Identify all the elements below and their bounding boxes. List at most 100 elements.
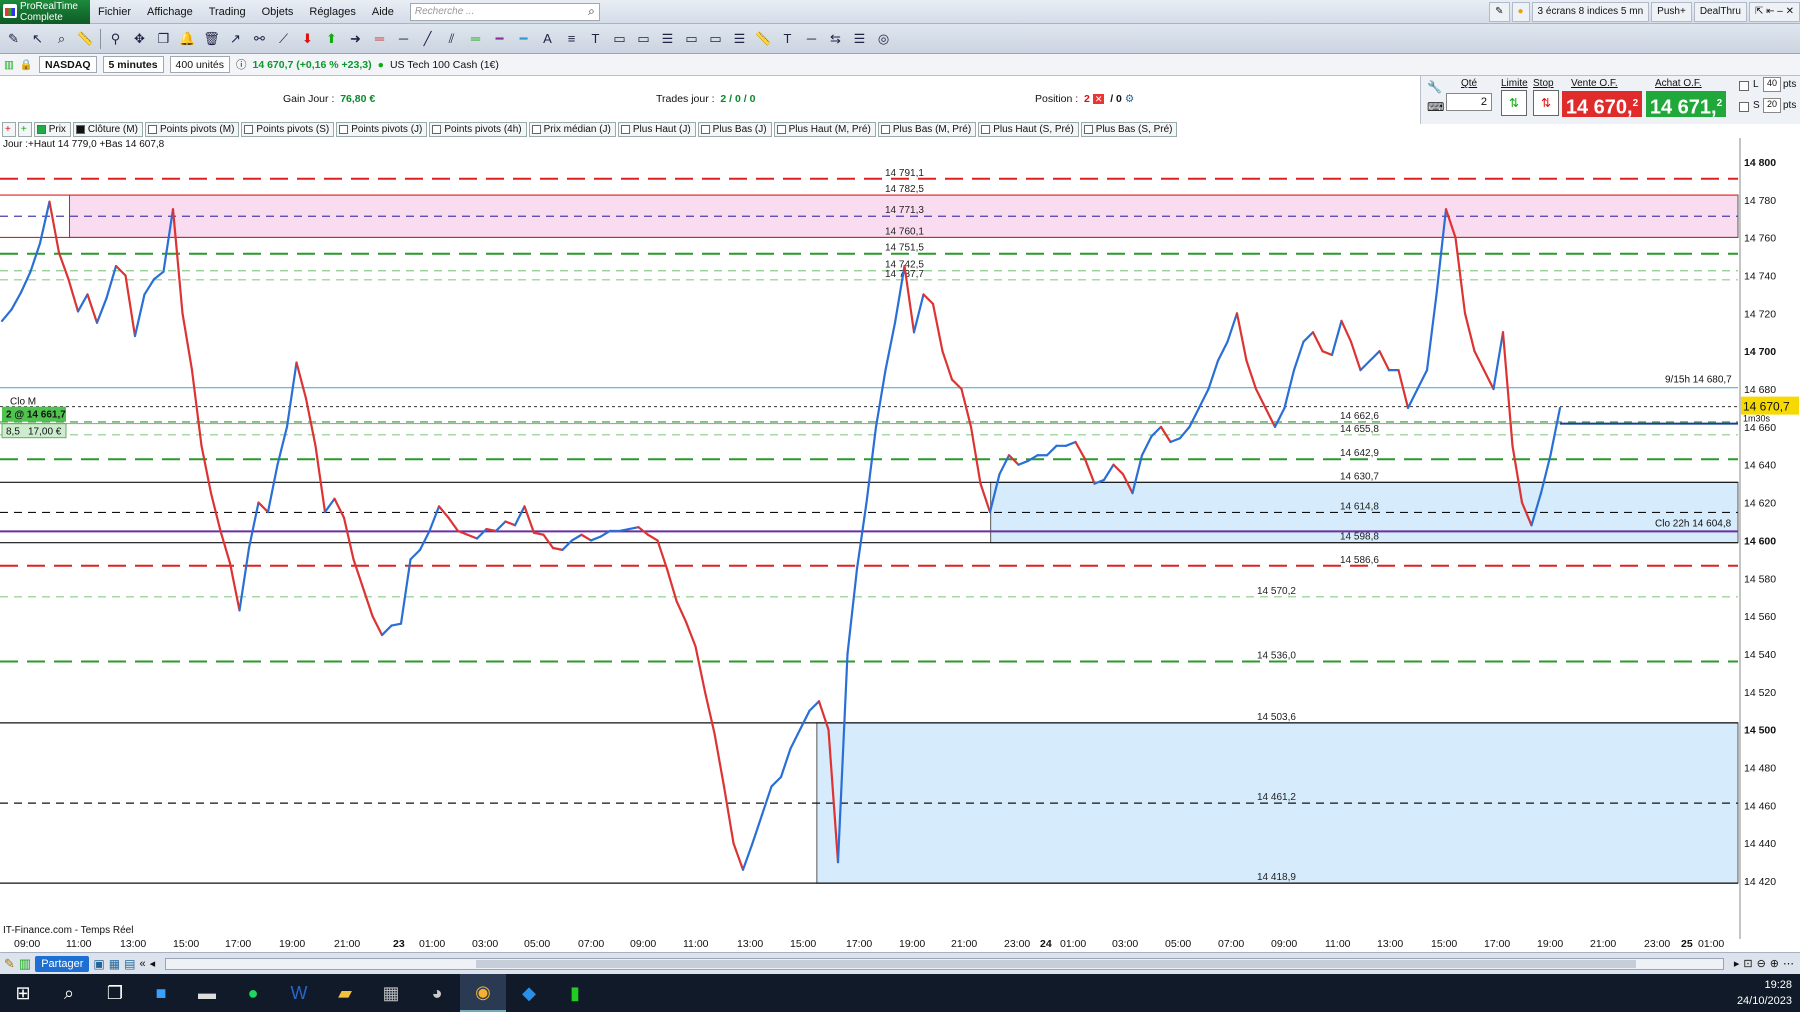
timeframe-select[interactable]: 5 minutes (102, 56, 164, 73)
workspace-button[interactable]: 3 écrans 8 indices 5 mn (1531, 2, 1650, 22)
keypad-icon[interactable]: ⌨ (1427, 100, 1444, 114)
menu-aide[interactable]: Aide (364, 6, 402, 18)
settings-icon[interactable]: ⚙ (1125, 93, 1134, 105)
chip-checkbox[interactable] (880, 124, 890, 134)
price-chart[interactable]: 14 791,1 14 782,5 14 771,3 14 760,1 14 751,5… (0, 138, 1800, 939)
menu-trading[interactable]: Trading (201, 6, 254, 18)
rect2-icon[interactable]: ▭ (634, 29, 653, 48)
chip-checkbox[interactable] (147, 124, 157, 134)
magnet-icon[interactable]: ⚲ (106, 29, 125, 48)
menu-affichage[interactable]: Affichage (139, 6, 201, 18)
move-icon[interactable]: ✥ (130, 29, 149, 48)
scroll-prev-icon[interactable]: ◂ (150, 957, 156, 970)
indicator-chip-high-m[interactable]: Plus Haut (M, Pré) (773, 121, 876, 137)
buy-button[interactable]: 14 671,2 (1646, 91, 1726, 119)
indicator-chip-pp-m[interactable]: Points pivots (M) (144, 121, 240, 137)
indicator-chip-low-m[interactable]: Plus Bas (M, Pré) (877, 121, 977, 137)
rect3-icon[interactable]: ▭ (682, 29, 701, 48)
push-button[interactable]: Push+ (1651, 2, 1692, 22)
menu-reglages[interactable]: Réglages (301, 6, 363, 18)
indicator-chip-high-j[interactable]: Plus Haut (J) (617, 121, 696, 137)
search-icon[interactable]: ⌕ (588, 4, 599, 19)
zoom-in-icon[interactable]: ⊕ (1770, 957, 1779, 970)
hline-blue-icon[interactable]: ━ (514, 29, 533, 48)
word-icon[interactable]: W (276, 974, 322, 1012)
chip-checkbox[interactable] (339, 124, 349, 134)
screenshot-icon[interactable]: ▣ (93, 957, 104, 971)
indicator-chip-low-s[interactable]: Plus Bas (S, Pré) (1080, 121, 1178, 137)
chip-checkbox[interactable] (75, 124, 85, 134)
table-icon[interactable]: ▦ (109, 957, 120, 971)
chip-checkbox[interactable] (776, 124, 786, 134)
chip-checkbox[interactable] (531, 124, 541, 134)
up-arrow-icon[interactable]: ⬆ (322, 29, 341, 48)
hline-icon[interactable]: ─ (394, 29, 413, 48)
indicator-chip-low-j[interactable]: Plus Bas (J) (697, 121, 772, 137)
cursor-icon[interactable]: ↖ (28, 29, 47, 48)
segment-icon[interactable]: ⚯ (250, 29, 269, 48)
search-input[interactable]: Recherche ... ⌕ (409, 2, 600, 21)
dealthru-button[interactable]: DealThru (1693, 2, 1747, 22)
copy-icon[interactable]: ❐ (154, 29, 173, 48)
zoom-icon[interactable]: ⌕ (52, 29, 71, 48)
prorealtime-icon[interactable]: ▮ (552, 974, 598, 1012)
chip-checkbox[interactable] (620, 124, 630, 134)
store-icon[interactable]: ■ (138, 974, 184, 1012)
folder-icon[interactable]: ▬ (184, 974, 230, 1012)
rect4-icon[interactable]: ▭ (706, 29, 725, 48)
list2-icon[interactable]: ☰ (730, 29, 749, 48)
indicator-chip-pp-4h[interactable]: Points pivots (4h) (429, 121, 527, 137)
list3-icon[interactable]: ☰ (850, 29, 869, 48)
lock-icon[interactable]: 🔒 (20, 58, 33, 71)
menu-fichier[interactable]: Fichier (90, 6, 139, 18)
menu-objets[interactable]: Objets (254, 6, 302, 18)
wrench-icon[interactable]: 🔧 (1427, 80, 1442, 94)
market-select[interactable]: NASDAQ (39, 56, 97, 73)
order-icon[interactable]: ⇆ (826, 29, 845, 48)
indicator-chip-median[interactable]: Prix médian (J) (528, 121, 616, 137)
horizontal-scrollbar[interactable] (165, 957, 1724, 970)
diag-line-icon[interactable]: ╱ (418, 29, 437, 48)
scroll-thumb[interactable] (476, 959, 1637, 968)
scroll-next-icon[interactable]: ▸ (1734, 957, 1740, 970)
text2-icon[interactable]: T (778, 29, 797, 48)
indicator-chip-pp-j[interactable]: Points pivots (J) (336, 121, 428, 137)
draw-tools-icon[interactable]: ✎ (4, 956, 15, 972)
chip-checkbox[interactable] (432, 124, 442, 134)
spotify-icon[interactable]: ● (230, 974, 276, 1012)
chart-type-icon[interactable]: ▥ (4, 59, 14, 71)
window-controls[interactable]: ⇱ ⇤ – ✕ (1748, 2, 1800, 22)
scroll-left-icon[interactable]: « (139, 958, 145, 970)
more-icon[interactable]: ⋯ (1783, 957, 1800, 970)
line-icon[interactable]: ⟋ (274, 29, 293, 48)
chart-style-icon[interactable]: ▥ (19, 956, 31, 972)
sell-button[interactable]: 14 670,2 (1562, 91, 1642, 119)
channel-icon[interactable]: ⫽ (442, 29, 461, 48)
pencil-icon[interactable]: ✎ (4, 29, 23, 48)
ruler2-icon[interactable]: 📏 (754, 29, 773, 48)
vscode-icon[interactable]: ◆ (506, 974, 552, 1012)
add-tool-button[interactable]: + (17, 121, 32, 137)
calculator-icon[interactable]: ▦ (368, 974, 414, 1012)
layout-icon[interactable]: ▤ (124, 957, 135, 971)
hline-purple-icon[interactable]: ━ (490, 29, 509, 48)
list-icon[interactable]: ☰ (658, 29, 677, 48)
s-checkbox[interactable] (1739, 102, 1749, 112)
dash-icon[interactable]: ─ (802, 29, 821, 48)
arrow-icon[interactable]: ↗ (226, 29, 245, 48)
chip-checkbox[interactable] (1083, 124, 1093, 134)
chrome-icon[interactable]: ◉ (460, 974, 506, 1012)
indicator-chip-prix[interactable]: Prix (33, 121, 71, 137)
down-arrow-icon[interactable]: ⬇ (298, 29, 317, 48)
info-icon[interactable]: ⓘ (236, 57, 247, 72)
indicator-chip-cloture[interactable]: Clôture (M) (72, 121, 143, 137)
rect-icon[interactable]: ▭ (610, 29, 629, 48)
units-select[interactable]: 400 unités (169, 56, 230, 73)
fib-icon[interactable]: ≡ (562, 29, 581, 48)
bell-icon[interactable]: 🔔 (178, 29, 197, 48)
alert-icon[interactable]: ● (1511, 2, 1530, 22)
zoom-out-icon[interactable]: ⊖ (1757, 957, 1766, 970)
chart-tools-icon[interactable]: ✎ (1489, 2, 1510, 22)
s-value-input[interactable]: 20 (1763, 98, 1781, 113)
globe-icon[interactable]: ◎ (874, 29, 893, 48)
